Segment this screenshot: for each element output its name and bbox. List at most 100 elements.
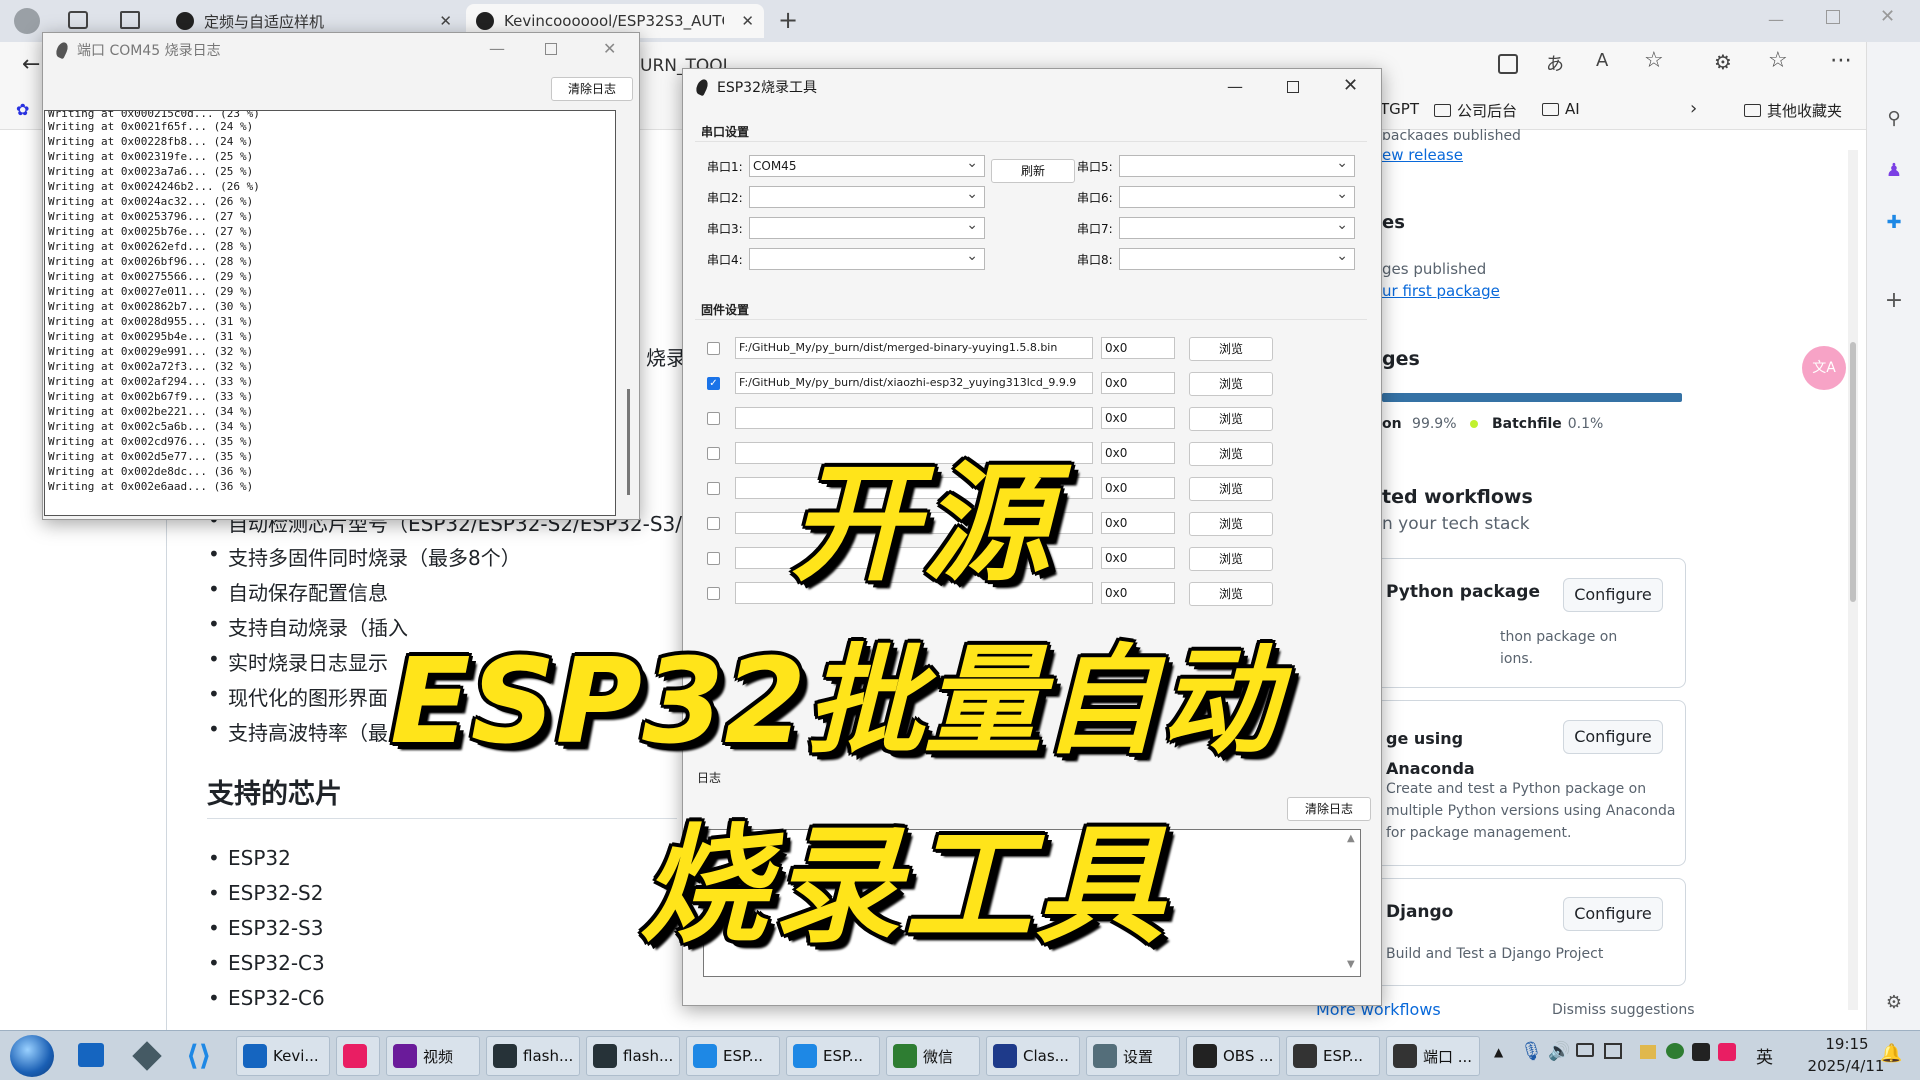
bookmark-other[interactable]: 其他收藏夹: [1744, 100, 1842, 121]
scroll-up-icon[interactable]: ▲: [1347, 833, 1355, 844]
bookmark-1[interactable]: TGPT: [1380, 100, 1419, 118]
taskbar-button[interactable]: Clas...: [986, 1036, 1080, 1076]
tray-icon[interactable]: [1718, 1043, 1736, 1061]
port-1-select[interactable]: COM45: [749, 153, 985, 177]
port-5-select[interactable]: [1119, 153, 1355, 177]
close-icon[interactable]: ✕: [1343, 75, 1358, 96]
firmware-address-input[interactable]: 0x0: [1101, 547, 1175, 569]
firmware-checkbox[interactable]: [707, 342, 720, 355]
taskbar-button[interactable]: 端口 ...: [1386, 1036, 1480, 1076]
taskbar-button[interactable]: OBS ...: [1186, 1036, 1280, 1076]
maximize-icon[interactable]: [545, 43, 557, 55]
publish-package-link[interactable]: ur first package: [1382, 282, 1500, 300]
port-6-select[interactable]: [1119, 184, 1355, 208]
chevron-right-icon[interactable]: ›: [1690, 98, 1697, 119]
close-icon[interactable]: ✕: [603, 39, 616, 58]
settings-icon[interactable]: ⚙: [1883, 992, 1905, 1014]
browse-button[interactable]: 浏览: [1189, 337, 1273, 361]
bookmark-3[interactable]: AI: [1542, 100, 1580, 118]
apps-icon[interactable]: [1498, 54, 1518, 74]
configure-button[interactable]: Configure: [1563, 720, 1663, 754]
log-scrollbar-thumb[interactable]: [627, 389, 630, 495]
taskbar-button[interactable]: [336, 1036, 380, 1076]
firmware-address-input[interactable]: 0x0: [1101, 337, 1175, 359]
taskbar-button[interactable]: ESP...: [786, 1036, 880, 1076]
tray-icon[interactable]: [1640, 1045, 1656, 1059]
firmware-address-input[interactable]: 0x0: [1101, 407, 1175, 429]
translate-float-button[interactable]: 文A: [1802, 346, 1846, 390]
browse-button[interactable]: 浏览: [1189, 372, 1273, 396]
port-8-select[interactable]: [1119, 246, 1355, 270]
taskbar-button[interactable]: ESP...: [686, 1036, 780, 1076]
taskbar-button[interactable]: 视频: [386, 1036, 480, 1076]
maximize-icon[interactable]: [1287, 81, 1299, 93]
close-tab-icon[interactable]: ✕: [741, 12, 754, 30]
translate-icon[interactable]: あ: [1546, 50, 1564, 76]
browse-button[interactable]: 浏览: [1189, 547, 1273, 571]
start-button[interactable]: [10, 1035, 54, 1077]
firmware-checkbox[interactable]: [707, 517, 720, 530]
firmware-checkbox[interactable]: [707, 412, 720, 425]
search-icon[interactable]: ⚲: [1883, 108, 1905, 130]
configure-button[interactable]: Configure: [1563, 578, 1663, 612]
browse-button[interactable]: 浏览: [1189, 407, 1273, 431]
tray-up-arrow-icon[interactable]: ▲: [1494, 1045, 1503, 1059]
firmware-address-input[interactable]: 0x0: [1101, 512, 1175, 534]
taskbar-button[interactable]: ESP...: [1286, 1036, 1380, 1076]
baidu-icon[interactable]: ✿: [16, 100, 29, 119]
minimize-icon[interactable]: —: [489, 39, 505, 58]
taskbar-button[interactable]: Kevi...: [236, 1036, 330, 1076]
wechat-tray-icon[interactable]: [1666, 1043, 1684, 1059]
taskbar-button[interactable]: 设置: [1086, 1036, 1180, 1076]
firmware-address-input[interactable]: 0x0: [1101, 477, 1175, 499]
notification-bell-icon[interactable]: 🔔: [1880, 1043, 1902, 1064]
read-aloud-icon[interactable]: A: [1596, 50, 1608, 71]
browse-button[interactable]: 浏览: [1189, 442, 1273, 466]
microphone-icon[interactable]: 🎙: [1520, 1041, 1543, 1062]
scroll-down-icon[interactable]: ▼: [1347, 959, 1355, 970]
extensions-icon[interactable]: ⚙: [1714, 50, 1732, 74]
clear-log-button[interactable]: 清除日志: [551, 77, 633, 101]
dismiss-suggestions-link[interactable]: Dismiss suggestions: [1552, 1002, 1695, 1018]
browse-button[interactable]: 浏览: [1189, 512, 1273, 536]
port-7-select[interactable]: [1119, 215, 1355, 239]
favorites-icon[interactable]: ☆: [1768, 48, 1788, 73]
taskbar-button[interactable]: flash...: [586, 1036, 680, 1076]
pinned-app-icon[interactable]: [78, 1043, 104, 1067]
favorite-star-icon[interactable]: ☆: [1644, 48, 1664, 73]
vscode-icon[interactable]: ⟨⟩: [186, 1039, 212, 1072]
configure-button[interactable]: Configure: [1563, 897, 1663, 931]
browse-button[interactable]: 浏览: [1189, 582, 1273, 606]
firmware-address-input[interactable]: 0x0: [1101, 372, 1175, 394]
firmware-checkbox[interactable]: [707, 447, 720, 460]
new-release-link[interactable]: ew release: [1382, 146, 1463, 164]
people-icon[interactable]: ♟: [1883, 160, 1905, 182]
clock-time[interactable]: 19:15: [1812, 1035, 1882, 1053]
new-tab-button[interactable]: +: [778, 6, 798, 34]
tray-icon[interactable]: [1692, 1043, 1710, 1061]
firmware-checkbox[interactable]: ✓: [707, 377, 720, 390]
network-icon[interactable]: [1576, 1043, 1594, 1057]
firmware-path-input[interactable]: F:/GitHub_My/py_burn/dist/xiaozhi-esp32_…: [735, 372, 1093, 394]
firmware-address-input[interactable]: 0x0: [1101, 582, 1175, 604]
restore-browser-icon[interactable]: [1826, 10, 1840, 24]
volume-icon[interactable]: 🔊: [1548, 1041, 1570, 1062]
more-menu-icon[interactable]: ⋯: [1830, 48, 1852, 73]
browse-button[interactable]: 浏览: [1189, 477, 1273, 501]
add-icon[interactable]: +: [1883, 288, 1905, 313]
firmware-address-input[interactable]: 0x0: [1101, 442, 1175, 464]
close-tab-icon[interactable]: ✕: [439, 12, 452, 30]
workspaces-icon[interactable]: [68, 11, 88, 29]
pinned-app-icon[interactable]: [132, 1041, 162, 1071]
firmware-checkbox[interactable]: [707, 482, 720, 495]
port-4-select[interactable]: [749, 246, 985, 270]
tools-icon[interactable]: ✚: [1883, 212, 1905, 234]
ime-indicator[interactable]: 英: [1756, 1043, 1773, 1068]
tray-icon[interactable]: [1604, 1043, 1622, 1059]
page-scrollbar-thumb[interactable]: [1850, 342, 1856, 602]
firmware-checkbox[interactable]: [707, 587, 720, 600]
clear-log-button[interactable]: 清除日志: [1287, 797, 1371, 821]
bookmark-2[interactable]: 公司后台: [1434, 100, 1517, 121]
profile-avatar[interactable]: [14, 8, 40, 34]
vertical-tabs-icon[interactable]: [120, 11, 140, 29]
